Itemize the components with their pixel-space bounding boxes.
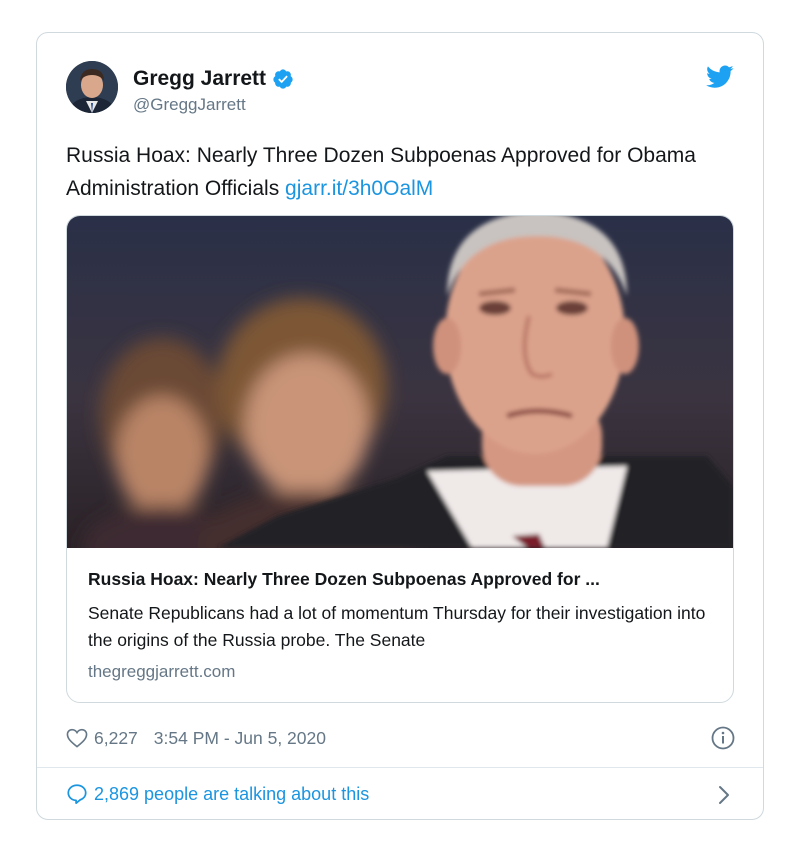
link-card-title: Russia Hoax: Nearly Three Dozen Subpoena… [88, 569, 600, 589]
conversation-count-text: 2,869 people are talking about this [94, 783, 370, 804]
heart-icon[interactable] [66, 728, 88, 748]
chevron-right-icon[interactable] [717, 785, 731, 805]
info-icon[interactable] [711, 726, 735, 750]
twitter-bird-icon[interactable] [706, 65, 734, 89]
author-handle[interactable]: @GreggJarrett [133, 95, 246, 115]
like-count[interactable]: 6,227 [94, 728, 138, 749]
conversation-link[interactable]: 2,869 people are talking about this [66, 783, 369, 805]
link-preview-photo [67, 216, 733, 548]
avatar-portrait [66, 61, 118, 113]
tweet-embed-card: Gregg Jarrett @GreggJarrett Russia Hoax:… [36, 32, 764, 820]
verified-badge-icon [273, 69, 293, 89]
divider [37, 767, 763, 768]
tweet-meta-row: 6,227 3:54 PM - Jun 5, 2020 [66, 726, 736, 750]
author-name-row: Gregg Jarrett [133, 67, 294, 91]
link-preview-card[interactable]: Russia Hoax: Nearly Three Dozen Subpoena… [66, 215, 734, 703]
link-card-domain: thegreggjarrett.com [88, 662, 236, 681]
link-card-description: Senate Republicans had a lot of momentum… [88, 603, 706, 650]
tweet-timestamp[interactable]: 3:54 PM - Jun 5, 2020 [154, 728, 326, 749]
avatar[interactable] [66, 61, 118, 113]
tweet-text: Russia Hoax: Nearly Three Dozen Subpoena… [66, 139, 736, 205]
reply-bubble-icon [67, 784, 87, 805]
author-name[interactable]: Gregg Jarrett [133, 67, 266, 91]
tweet-shortlink[interactable]: gjarr.it/3h0OalM [285, 177, 433, 200]
